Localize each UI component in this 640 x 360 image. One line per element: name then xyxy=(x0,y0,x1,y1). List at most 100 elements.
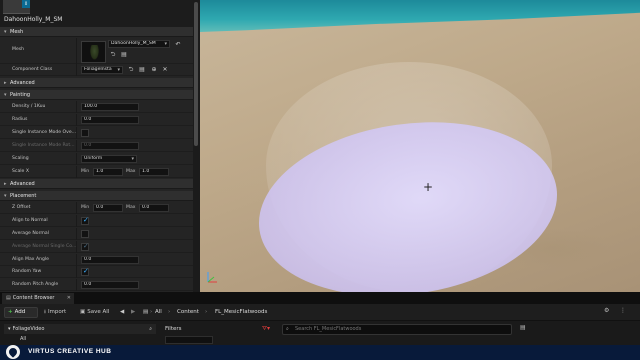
mesh-label: Mesh xyxy=(12,47,25,52)
scale-x-label: Scale X xyxy=(12,169,29,174)
single-instance-override-checkbox[interactable] xyxy=(81,129,89,137)
section-placement-title: Placement xyxy=(10,193,37,199)
content-browser-body: ▾ FoliageVideo ⌕ All Filters ⛛▾ ⌕ Search … xyxy=(0,321,640,345)
mesh-thumbnail[interactable] xyxy=(81,41,106,63)
random-pitch-field[interactable]: 0.0 xyxy=(81,281,139,289)
details-scrollbar[interactable] xyxy=(193,0,200,292)
import-icon: ⭳ xyxy=(44,309,46,315)
filter-icon[interactable]: ⛛▾ xyxy=(262,325,270,333)
z-offset-label: Z Offset xyxy=(12,205,31,210)
content-browser-tabbar: ▤ Content Browser ✕ xyxy=(0,292,640,304)
average-normal-label: Average Normal xyxy=(12,231,49,236)
close-icon[interactable]: ✕ xyxy=(67,293,71,304)
brush-crosshair-icon: + xyxy=(422,180,434,194)
clear-icon[interactable]: ✕ xyxy=(161,66,169,74)
asset-search-input[interactable]: ⌕ Search FL_MesicFlatwoods xyxy=(282,324,512,335)
mesh-asset-dropdown[interactable]: DahoonHolly_M_SM xyxy=(108,40,170,48)
breadcrumb-separator: › xyxy=(168,309,171,315)
add-button[interactable]: + Add xyxy=(4,307,38,318)
folder-icon: ▤ xyxy=(6,295,11,301)
import-button[interactable]: ⭳ Import xyxy=(44,307,66,318)
component-class-dropdown[interactable]: FoliageInsta xyxy=(81,66,123,74)
folder-tree-title: FoliageVideo xyxy=(12,326,45,332)
random-yaw-checkbox[interactable] xyxy=(81,267,89,276)
history-forward-button[interactable]: ▶ xyxy=(131,307,135,318)
scale-max-label: Max xyxy=(126,169,136,174)
instance-count-badge: 0 xyxy=(22,0,30,8)
section-mesh[interactable]: ▾ Mesh xyxy=(0,27,193,37)
breadcrumb-item[interactable]: FL_MesicFlatwoods xyxy=(215,307,267,318)
folder-icon[interactable]: ▤ xyxy=(120,51,128,59)
component-class-label: Component Class xyxy=(12,67,53,72)
single-instance-override-label: Single Instance Mode Ove... xyxy=(12,130,77,135)
align-max-angle-field[interactable]: 0.0 xyxy=(81,256,139,264)
tab-content-browser-label: Content Browser xyxy=(12,295,55,301)
more-options-icon[interactable]: ⋮ xyxy=(620,307,626,314)
reset-arrow-icon[interactable]: ↶ xyxy=(174,41,182,49)
z-min-field[interactable]: 0.0 xyxy=(93,204,123,212)
scale-max-field[interactable]: 1.0 xyxy=(139,168,169,176)
filters-label: Filters xyxy=(165,326,182,332)
align-normal-checkbox[interactable] xyxy=(81,216,89,225)
section-advanced-title: Advanced xyxy=(10,181,35,187)
breadcrumb-folder-button[interactable]: ▤ xyxy=(143,307,148,318)
section-mesh-title: Mesh xyxy=(10,29,24,35)
scaling-row: Scaling Uniform xyxy=(0,153,193,165)
folder-icon: ▤ xyxy=(143,309,149,315)
scale-x-row: Scale X Min 1.0 Max 1.0 xyxy=(0,166,193,178)
section-painting-title: Painting xyxy=(10,92,31,98)
save-search-icon[interactable]: ▤ xyxy=(520,324,526,331)
section-advanced-mesh[interactable]: ▸ Advanced xyxy=(0,78,193,88)
watermark-bar: VIRTUS CREATIVE HUB xyxy=(0,345,640,360)
content-browser-toolbar: + Add ⭳ Import ▣ Save All ◀ ▶ ▤ › All › Con… xyxy=(0,304,640,321)
save-all-button[interactable]: ▣ Save All xyxy=(80,307,109,318)
search-icon[interactable]: ⌕ xyxy=(149,324,152,334)
average-normal-checkbox[interactable] xyxy=(81,230,89,238)
water-surface xyxy=(200,0,640,32)
history-back-button[interactable]: ◀ xyxy=(120,307,124,318)
axis-gizmo-icon xyxy=(207,272,217,283)
density-row: Density / 1Kuu 100.0 xyxy=(0,101,193,113)
browse-arrow-icon[interactable]: ⮌ xyxy=(109,51,117,59)
section-painting[interactable]: ▾ Painting xyxy=(0,90,193,100)
align-normal-row: Align to Normal xyxy=(0,215,193,227)
asset-search-placeholder: Search FL_MesicFlatwoods xyxy=(295,326,362,332)
folder-tree-header[interactable]: ▾ FoliageVideo ⌕ xyxy=(4,324,156,334)
scale-min-field[interactable]: 1.0 xyxy=(93,168,123,176)
virtus-logo-icon xyxy=(6,345,20,359)
add-icon[interactable]: ⊕ xyxy=(150,66,158,74)
browse-arrow-icon[interactable]: ⮌ xyxy=(127,66,135,74)
section-placement[interactable]: ▾ Placement xyxy=(0,191,193,201)
scrollbar-thumb[interactable] xyxy=(194,2,198,146)
density-label: Density / 1Kuu xyxy=(12,104,46,109)
scale-min-label: Min xyxy=(81,169,90,174)
import-button-label: Import xyxy=(47,309,67,315)
mesh-property-row: Mesh DahoonHolly_M_SM ↶ ⮌ ▤ xyxy=(0,38,193,64)
save-icon: ▣ xyxy=(80,309,86,315)
breadcrumb-item[interactable]: All xyxy=(155,307,162,318)
plant-preview-icon xyxy=(90,45,99,60)
save-all-button-label: Save All xyxy=(87,309,110,315)
folder-tree-all[interactable]: All xyxy=(20,336,26,342)
section-advanced-painting[interactable]: ▸ Advanced xyxy=(0,179,193,189)
level-viewport[interactable]: + xyxy=(200,0,640,292)
foliage-details-panel: 0 DahoonHolly_M_SM ▾ Mesh Mesh DahoonHoll… xyxy=(0,0,200,292)
random-pitch-row: Random Pitch Angle 0.0 xyxy=(0,279,193,291)
foliage-thumbnail[interactable]: 0 xyxy=(3,0,30,14)
folder-icon[interactable]: ▤ xyxy=(138,66,146,74)
density-field[interactable]: 100.0 xyxy=(81,103,139,111)
average-normal-single-row: Average Normal Single Co... xyxy=(0,241,193,253)
single-instance-mode-label: Single Instance Mode Rot... xyxy=(12,143,75,148)
radius-field[interactable]: 0.0 xyxy=(81,116,139,124)
z-min-label: Min xyxy=(81,205,90,210)
section-advanced-title: Advanced xyxy=(10,80,35,86)
breadcrumb-item[interactable]: Content xyxy=(177,307,199,318)
search-icon: ⌕ xyxy=(286,326,289,332)
single-instance-mode-field: 0.0 xyxy=(81,142,139,150)
tab-content-browser[interactable]: ▤ Content Browser ✕ xyxy=(2,293,74,304)
scaling-dropdown[interactable]: Uniform xyxy=(81,155,137,163)
foliage-type-header: 0 DahoonHolly_M_SM xyxy=(0,0,200,27)
settings-icon[interactable]: ⚙ xyxy=(604,307,609,314)
filter-dropdown-field[interactable] xyxy=(165,336,213,344)
z-max-field[interactable]: 0.0 xyxy=(139,204,169,212)
